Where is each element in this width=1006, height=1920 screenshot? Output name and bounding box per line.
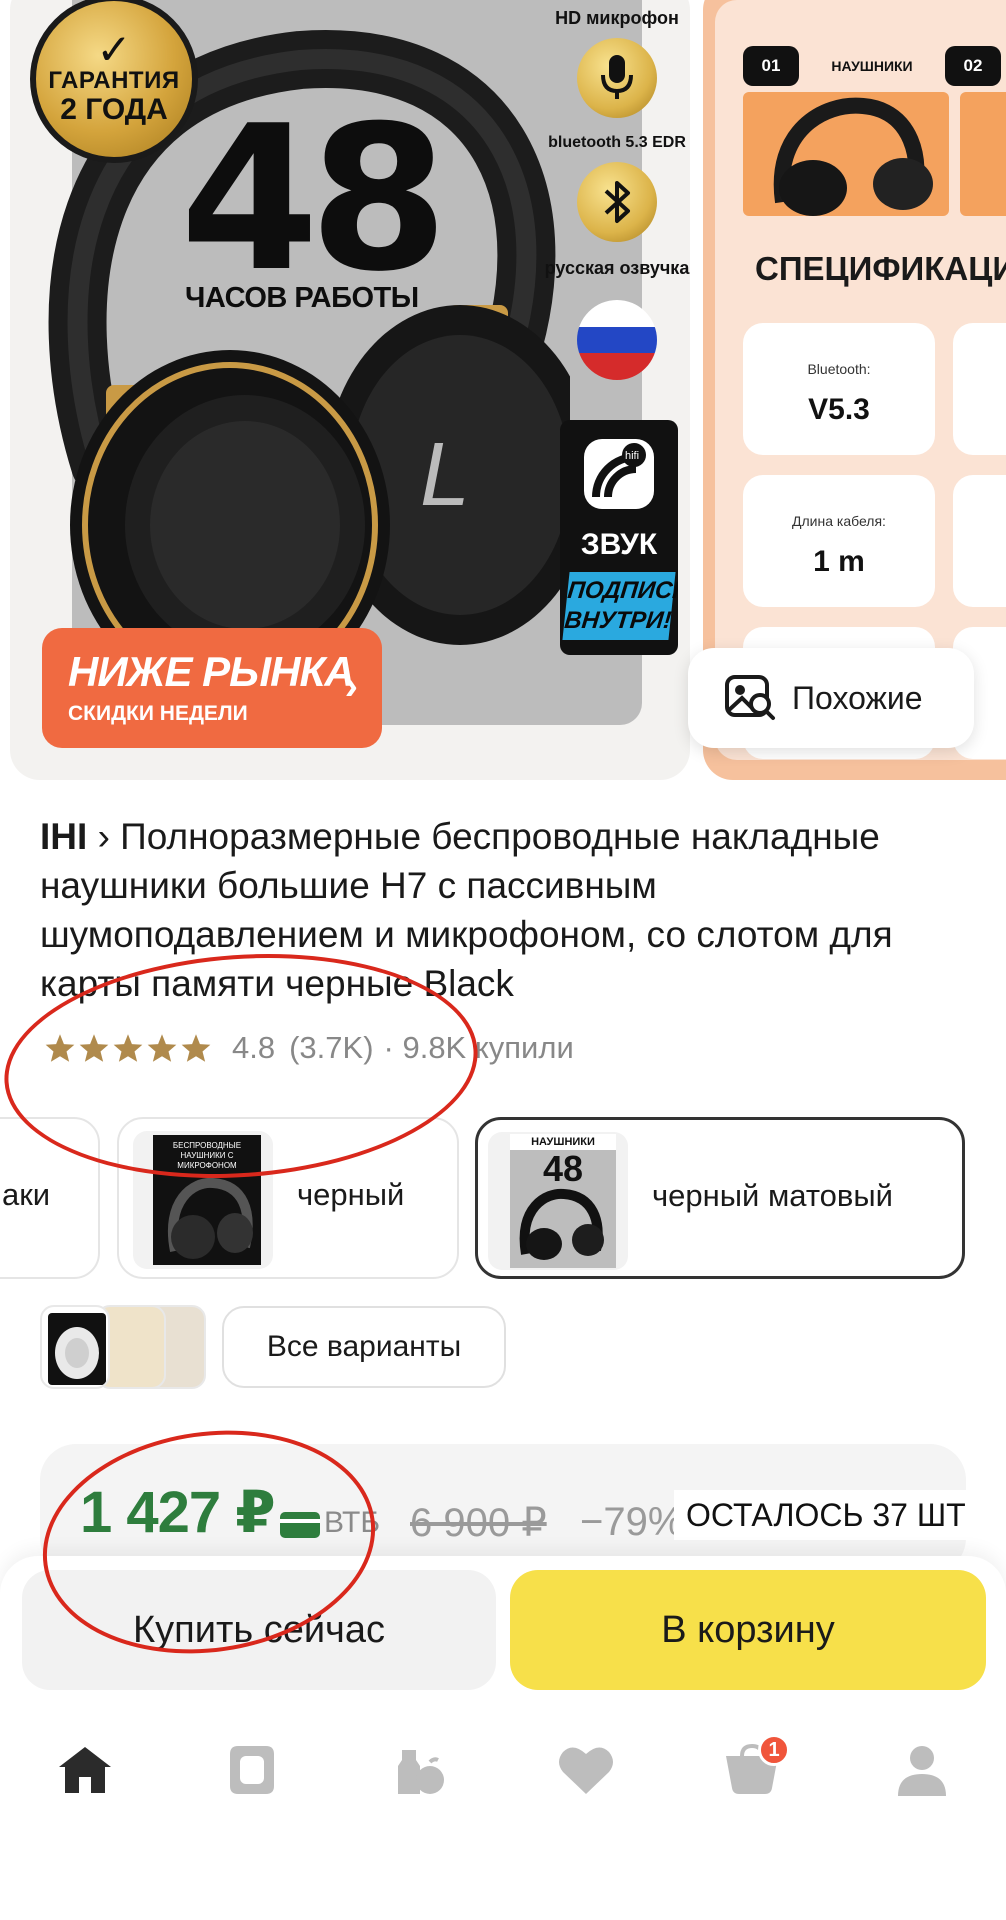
rating-row[interactable]: 4.8 (3.7K) · 9.8K купили: [44, 1030, 574, 1066]
zvuk-label: ЗВУК: [580, 528, 658, 561]
spec-value: 1 m: [813, 545, 865, 578]
feature-label-bluetooth: bluetooth 5.3 EDR: [548, 134, 686, 151]
guarantee-text-line1: ГАРАНТИЯ: [48, 67, 180, 94]
discount-percent: −79%: [580, 1500, 684, 1544]
feature-label-mic: HD микрофон: [555, 8, 679, 28]
variant-label: черный матовый: [652, 1178, 893, 1213]
tab-favorites[interactable]: [546, 1730, 626, 1810]
reviews-count: (3.7K): [289, 1030, 374, 1065]
products-icon: [398, 1750, 444, 1794]
sound-logo-icon: hifi: [584, 439, 654, 509]
current-price: 1 427 ₽: [80, 1480, 276, 1545]
promo-title: НИЖЕ РЫНКА: [68, 648, 355, 695]
promo-subtitle: СКИДКИ НЕДЕЛИ: [68, 702, 248, 725]
spec-pill-02: 02: [945, 46, 1001, 86]
spec-key: Длина кабеля:: [792, 513, 886, 529]
bank-name: ВТБ: [324, 1506, 381, 1539]
tab-catalog[interactable]: [212, 1730, 292, 1810]
all-variants-button[interactable]: Все варианты: [222, 1306, 506, 1388]
tab-products[interactable]: [378, 1730, 458, 1810]
russian-flag-icon: [577, 300, 657, 380]
star-icon: [79, 1034, 109, 1062]
guarantee-badge: ✓ ГАРАНТИЯ 2 ГОДА: [30, 0, 198, 163]
checkmark-icon: ✓: [96, 26, 132, 73]
variant-thumbnail: БЕСПРОВОДНЫЕ НАУШНИКИ С МИКРОФОНОМ: [133, 1131, 273, 1269]
product-gallery[interactable]: L ✓ ГАРАНТИЯ 2 ГОДА 48 ЧАСОВ РАБОТЫ HD м…: [0, 0, 1006, 780]
promo-banner-below-market[interactable]: НИЖЕ РЫНКА СКИДКИ НЕДЕЛИ ›: [42, 628, 382, 748]
catalog-icon: [230, 1746, 274, 1794]
zvuk-subscription-badge: hifi ЗВУК ПОДПИСКА ВНУТРИ!: [560, 420, 678, 655]
svg-text:L: L: [420, 425, 470, 525]
spec-slide-02-preview: [960, 92, 1006, 216]
similar-label: Похожие: [792, 679, 923, 716]
specs-panel: 01 НАУШНИКИ 02 СПЕЦИФИКАЦИ Bluetooth: V5…: [715, 0, 1006, 760]
favorites-icon: [559, 1747, 613, 1794]
chevron-right-icon: ›: [344, 664, 358, 708]
spec-pill-label: НАУШНИКИ: [831, 58, 913, 74]
variant-mini-thumb: [40, 1305, 110, 1389]
variant-label: аки: [2, 1177, 51, 1212]
spec-pill-01: 01: [743, 46, 799, 86]
spec-title: СПЕЦИФИКАЦИ: [755, 250, 1006, 287]
bluetooth-icon: [577, 162, 657, 242]
star-icon: [113, 1034, 143, 1062]
spec-box-partial-2: 40: [953, 475, 1006, 607]
brand-link[interactable]: IHI: [40, 816, 87, 857]
home-icon: [59, 1747, 111, 1793]
star-icon: [181, 1034, 211, 1062]
more-variants-thumbnails[interactable]: [40, 1305, 206, 1389]
tab-profile[interactable]: [882, 1730, 962, 1810]
microphone-icon: [577, 38, 657, 118]
spec-box-cable: Длина кабеля: 1 m: [743, 475, 935, 607]
battery-hours-number: 48: [180, 83, 448, 316]
zvuk-subscription-text: ПОДПИСКА ВНУТРИ!: [562, 572, 678, 640]
variant-option-1[interactable]: аки: [0, 1117, 100, 1279]
svg-text:hifi: hifi: [625, 450, 639, 462]
product-title-text: Полноразмерные беспроводные накладные на…: [40, 816, 893, 1004]
variant-label: черный: [297, 1177, 405, 1212]
variant-option-black-matte[interactable]: НАУШНИКИ 48 черный матовый: [475, 1117, 965, 1279]
add-to-cart-button[interactable]: В корзину: [510, 1570, 986, 1690]
feature-label-voice: русская озвучка: [544, 258, 690, 278]
guarantee-text-line2: 2 ГОДА: [60, 93, 168, 126]
chevron-right-icon: ›: [97, 816, 121, 857]
spec-headphones-image: [743, 92, 949, 216]
stock-remaining: ОСТАЛОСЬ 37 ШТ: [674, 1490, 978, 1540]
buy-now-button[interactable]: Купить сейчас: [22, 1570, 496, 1690]
variant-thumb-number: 48: [542, 1148, 584, 1189]
bought-count: · 9.8K купили: [383, 1030, 574, 1065]
spec-value: V5.3: [808, 393, 870, 426]
profile-icon: [898, 1746, 946, 1796]
variant-thumb-text: БЕСПРОВОДНЫЕ НАУШНИКИ С МИКРОФОНОМ: [172, 1141, 242, 1170]
tab-home[interactable]: [45, 1730, 125, 1810]
bank-card-icon: [280, 1512, 320, 1538]
image-search-icon: [725, 675, 775, 720]
star-icon: [45, 1034, 75, 1062]
old-price: 6 900 ₽: [410, 1501, 547, 1545]
star-icon: [147, 1034, 177, 1062]
cart-count-badge: 1: [758, 1734, 790, 1766]
spec-box-bluetooth: Bluetooth: V5.3: [743, 323, 935, 455]
variant-option-black[interactable]: БЕСПРОВОДНЫЕ НАУШНИКИ С МИКРОФОНОМ черны…: [117, 1117, 459, 1279]
rating-value: 4.8: [232, 1030, 276, 1065]
similar-products-button[interactable]: Похожие: [688, 648, 974, 748]
spec-box-partial-1: 1(: [953, 323, 1006, 455]
bottom-tab-bar: [0, 1730, 1006, 1810]
product-title: IHI › Полноразмерные беспроводные наклад…: [40, 812, 990, 1008]
rating-stars: [44, 1033, 214, 1063]
spec-key: Bluetooth:: [807, 361, 871, 377]
battery-hours-label: ЧАСОВ РАБОТЫ: [185, 282, 419, 314]
variant-thumbnail: НАУШНИКИ 48: [488, 1132, 628, 1270]
